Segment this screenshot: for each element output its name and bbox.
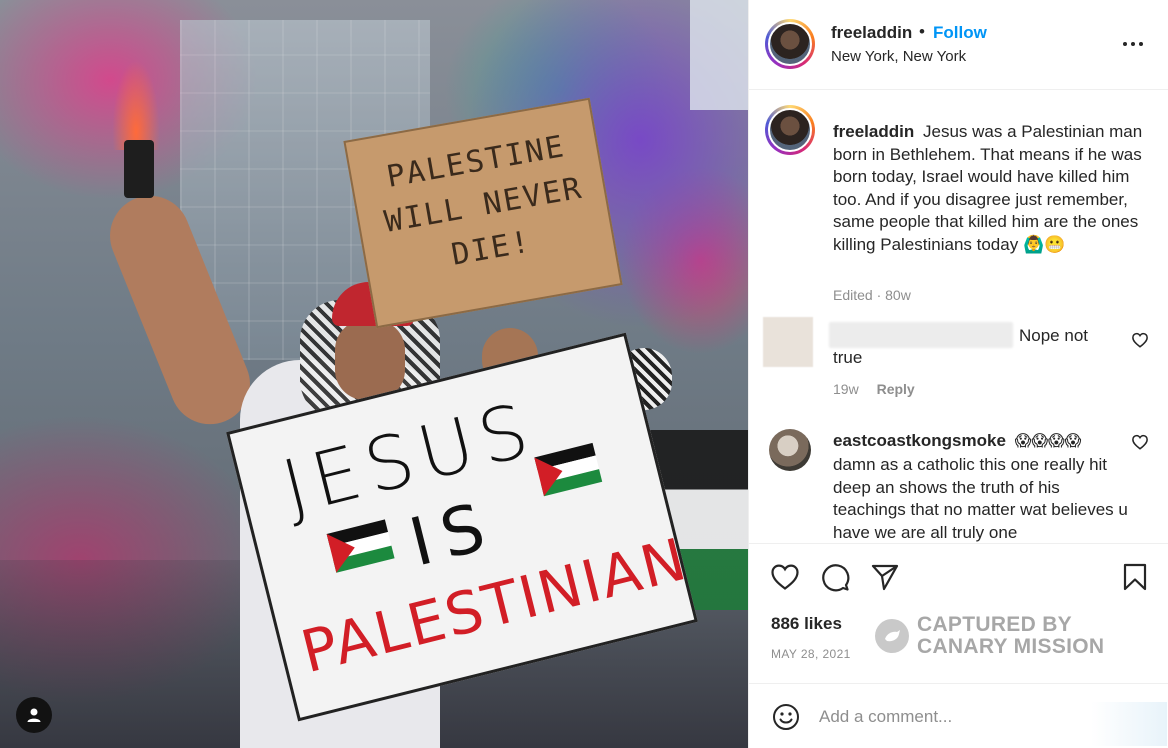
likes-count[interactable]: 886 likes [771, 614, 842, 634]
post-date: MAY 28, 2021 [771, 647, 851, 661]
reply-button[interactable]: Reply [877, 381, 915, 397]
post-photo[interactable]: PALESTINE WILL NEVER DIE! JESUS IS PALES… [0, 0, 748, 748]
post-side-panel: freeladdin • Follow New York, New York f… [748, 0, 1168, 748]
header-separator: • [919, 22, 925, 41]
paper-plane-icon[interactable] [869, 561, 901, 593]
avatar[interactable] [765, 19, 815, 69]
watermark-text: CAPTURED BY CANARY MISSION [917, 614, 1104, 658]
comment-item: eastcoastkongsmoke 😱😱😱😱 damn as a cathol… [749, 421, 1168, 543]
post-button-area[interactable] [1091, 702, 1167, 746]
poster-flag-left [326, 519, 395, 573]
smiley-icon[interactable] [771, 702, 801, 732]
watermark-line-1: CAPTURED BY [917, 613, 1072, 636]
comment-composer [749, 683, 1168, 748]
caption-avatar[interactable] [765, 105, 815, 155]
protester-face [335, 320, 405, 400]
smoke-flare [112, 60, 160, 150]
comment-meta: 19w Reply [833, 381, 915, 397]
bird-icon [875, 619, 909, 653]
author-username[interactable]: freeladdin [831, 23, 912, 43]
heart-icon[interactable] [769, 561, 801, 593]
redacted-avatar[interactable] [763, 317, 813, 367]
commenter-username[interactable]: eastcoastkongsmoke [833, 431, 1006, 450]
heart-icon[interactable] [1131, 331, 1149, 349]
bookmark-icon[interactable] [1119, 561, 1151, 593]
comment-text-continued: true [833, 348, 863, 367]
comment-text: damn as a catholic this one really hit d… [833, 455, 1128, 542]
caption-username[interactable]: freeladdin [833, 122, 914, 141]
more-options-icon[interactable] [1119, 30, 1147, 58]
post-actions: 886 likes MAY 28, 2021 CAPTURED BY CANAR… [749, 543, 1168, 683]
user-tag-icon[interactable] [16, 697, 52, 733]
location-link[interactable]: New York, New York [831, 48, 966, 65]
comments-list[interactable]: freeladdin Jesus was a Palestinian man b… [749, 91, 1168, 543]
watermark-line-2: CANARY MISSION [917, 635, 1105, 658]
cardboard-sign-text: PALESTINE WILL NEVER DIE! [381, 129, 586, 273]
caption-meta: Edited · 80w [833, 287, 911, 303]
follow-button[interactable]: Follow [933, 23, 987, 43]
post-header: freeladdin • Follow New York, New York [749, 0, 1168, 90]
comment-input[interactable] [819, 702, 1089, 732]
sky [690, 0, 748, 110]
caption-text-block: freeladdin Jesus was a Palestinian man b… [833, 121, 1143, 256]
poster-flag-right [534, 442, 603, 497]
comment-age: 19w [833, 381, 859, 397]
comment-header: eastcoastkongsmoke 😱😱😱😱 [833, 431, 1081, 451]
comment-text: Nope not [1019, 326, 1088, 345]
heart-icon[interactable] [1131, 433, 1149, 451]
commenter-avatar[interactable] [769, 429, 811, 471]
smoke-canister [124, 140, 154, 198]
comment-item: Nope not true 19w Reply [749, 313, 1168, 413]
commenter-emoji: 😱😱😱😱 [1014, 433, 1082, 450]
caption-text: Jesus was a Palestinian man born in Beth… [833, 122, 1143, 254]
comment-bubble-icon[interactable] [819, 561, 851, 593]
canary-mission-watermark: CAPTURED BY CANARY MISSION [875, 614, 1104, 658]
redacted-username [829, 322, 1013, 348]
